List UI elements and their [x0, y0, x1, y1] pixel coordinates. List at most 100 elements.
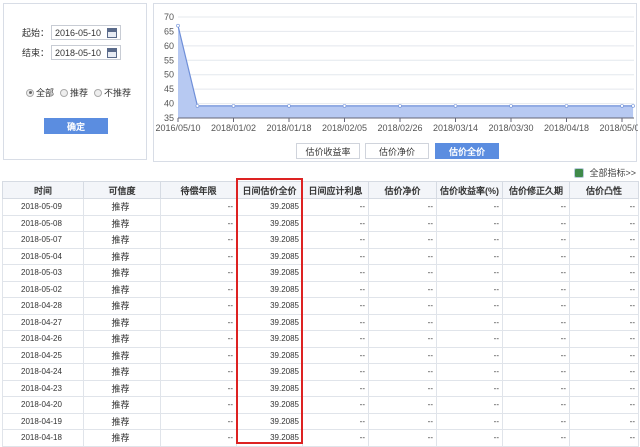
table-cell: -- [368, 330, 437, 348]
table-cell: -- [569, 280, 639, 298]
table-cell: -- [502, 264, 570, 282]
table-cell: -- [368, 247, 437, 265]
tab-full-price[interactable]: 估价全价 [435, 143, 499, 159]
table-cell: -- [368, 412, 437, 430]
table-cell: -- [368, 198, 437, 216]
table-cell: -- [436, 280, 503, 298]
table-cell: -- [569, 346, 639, 364]
table-cell: -- [502, 231, 570, 249]
radio-not-recommended[interactable]: 不推荐 [94, 86, 131, 99]
table-cell: -- [436, 330, 503, 348]
table-cell: -- [302, 247, 369, 265]
table-cell: -- [436, 412, 503, 430]
table-cell: -- [302, 346, 369, 364]
tab-yield[interactable]: 估价收益率 [296, 143, 360, 159]
column-header[interactable]: 估价修正久期 [502, 181, 570, 199]
confirm-button[interactable]: 确定 [44, 118, 108, 134]
table-cell: -- [160, 429, 237, 447]
table-cell: 2018-05-04 [2, 247, 84, 265]
radio-all[interactable]: 全部 [26, 86, 54, 99]
all-indicators-link[interactable]: 全部指标>> [574, 166, 636, 179]
table-cell: -- [302, 280, 369, 298]
table-cell: -- [502, 330, 570, 348]
table-cell: -- [368, 346, 437, 364]
table-cell: 39.2085 [236, 396, 303, 414]
table-cell: 39.2085 [236, 313, 303, 331]
data-point [398, 104, 402, 108]
table-cell: -- [160, 214, 237, 232]
calendar-icon[interactable] [107, 28, 118, 38]
table-cell: 39.2085 [236, 214, 303, 232]
table-cell: 推荐 [83, 198, 161, 216]
table-cell: 推荐 [83, 412, 161, 430]
series-line [177, 25, 634, 107]
radio-icon[interactable] [60, 88, 69, 97]
radio-icon[interactable] [26, 88, 34, 97]
table-cell: -- [160, 379, 237, 397]
data-point [620, 104, 624, 108]
end-label: 结束： [22, 48, 50, 58]
end-date-value: 2018-05-10 [55, 47, 102, 58]
table-cell: -- [160, 330, 237, 348]
table-header: 时间 可信度 待偿年限 日间估价全价 日间应计利息 估价净价 估价收益率(%) 估价修正久期估… [2, 181, 639, 199]
table-cell: -- [302, 297, 369, 315]
start-date-value: 2016-05-10 [55, 27, 102, 38]
table-cell: -- [302, 231, 369, 249]
table-row: 2018-04-28 推荐 -- 39.2085 -- -- -- -- -- [2, 297, 639, 315]
table-cell: -- [160, 313, 237, 331]
column-header[interactable]: 估价净价 [368, 181, 437, 199]
table-cell: -- [502, 396, 570, 414]
table-cell: 39.2085 [236, 297, 303, 315]
x-tick-label: 2018/01/02 [211, 123, 256, 133]
table-cell: 2018-04-25 [2, 346, 84, 364]
table-cell: -- [160, 231, 237, 249]
data-point [287, 104, 291, 108]
table-cell: -- [569, 198, 639, 216]
table-cell: 推荐 [83, 396, 161, 414]
column-header[interactable]: 日间估价全价 [236, 181, 303, 199]
table-cell: -- [569, 429, 639, 447]
table-cell: -- [436, 363, 503, 381]
table-cell: -- [436, 231, 503, 249]
column-header[interactable]: 时间 [2, 181, 84, 199]
radio-icon[interactable] [94, 88, 103, 97]
table-cell: 2018-04-18 [2, 429, 84, 447]
table-cell: -- [436, 264, 503, 282]
table-cell: -- [569, 247, 639, 265]
end-date-input[interactable]: 2018-05-10 [51, 45, 122, 60]
y-tick-label: 65 [164, 26, 174, 36]
all-indicators-label: 全部指标>> [589, 168, 636, 178]
table-cell: -- [160, 297, 237, 315]
x-tick-label: 2018/05/07 [599, 123, 638, 133]
table-cell: -- [502, 313, 570, 331]
column-header[interactable]: 估价收益率(%) [436, 181, 503, 199]
column-header[interactable]: 估价凸性 [569, 181, 639, 199]
chart-panel: 35 40 45 50 55 60 65 70 2016/05/10 2018/01/02 2018… [153, 3, 640, 162]
column-header[interactable]: 待偿年限 [160, 181, 237, 199]
radio-recommended[interactable]: 推荐 [60, 86, 88, 99]
table-cell: 39.2085 [236, 330, 303, 348]
table-cell: -- [502, 297, 570, 315]
table-cell: 推荐 [83, 363, 161, 381]
price-chart: 35 40 45 50 55 60 65 70 2016/05/10 2018/01/02 2018… [155, 12, 640, 133]
table-cell: -- [569, 214, 639, 232]
data-point [509, 104, 513, 108]
start-date-input[interactable]: 2016-05-10 [51, 25, 122, 40]
table-cell: -- [569, 231, 639, 249]
table-cell: -- [436, 313, 503, 331]
excel-icon[interactable] [574, 167, 585, 178]
table-cell: -- [569, 313, 639, 331]
column-header[interactable]: 可信度 [83, 181, 161, 199]
table-cell: -- [302, 363, 369, 381]
tab-net-price[interactable]: 估价净价 [365, 143, 429, 159]
table-cell: -- [368, 313, 437, 331]
table-cell: 39.2085 [236, 231, 303, 249]
table-row: 2018-05-08 推荐 -- 39.2085 -- -- -- -- -- [2, 214, 639, 232]
table-cell: 2018-04-24 [2, 363, 84, 381]
calendar-icon[interactable] [107, 48, 118, 58]
column-header[interactable]: 日间应计利息 [302, 181, 369, 199]
y-tick-label: 60 [164, 41, 174, 51]
table-row: 2018-04-23 推荐 -- 39.2085 -- -- -- -- -- [2, 379, 639, 397]
table-cell: -- [160, 412, 237, 430]
table-cell: -- [569, 379, 639, 397]
